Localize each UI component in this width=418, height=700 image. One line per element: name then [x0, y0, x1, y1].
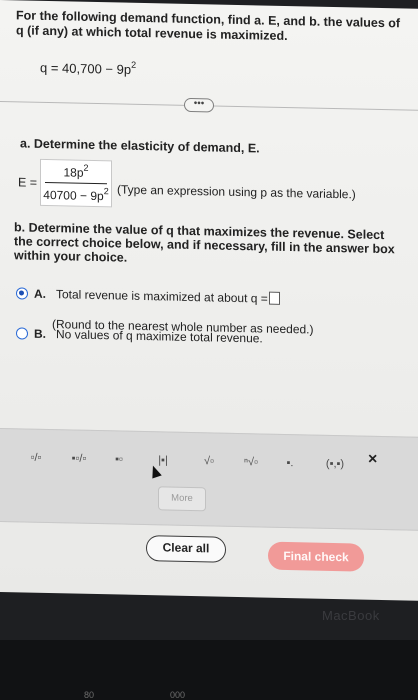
nth-root-button[interactable]: ⁿ√▫	[238, 452, 264, 473]
part-a-question: a. Determine the elasticity of demand, E…	[20, 136, 260, 156]
demand-equation-text: q = 40,700 − 9p	[40, 60, 132, 78]
option-b-radio[interactable]	[16, 327, 28, 340]
elasticity-label: E =	[18, 175, 38, 190]
laptop-brand-label: MacBook	[322, 608, 380, 623]
prompt-a: a.	[254, 13, 265, 28]
elasticity-answer-field[interactable]: 18p2 40700 − 9p2	[40, 158, 112, 208]
q-answer-input[interactable]	[268, 291, 280, 305]
more-button[interactable]: More	[158, 486, 206, 512]
ordered-pair-button[interactable]: (▪,▪)	[318, 454, 352, 475]
clear-all-button[interactable]: Clear all	[146, 535, 226, 563]
denominator-text: 40700 − 9p	[43, 187, 104, 204]
problem-prompt: For the following demand function, find …	[16, 8, 411, 46]
numerator-text: 18p	[63, 165, 84, 180]
option-b-text: No values of q maximize total revenue.	[56, 327, 263, 346]
fraction-numerator: 18p2	[45, 159, 107, 185]
numerator-exponent: 2	[83, 162, 89, 173]
decimal-button[interactable]: ▪.	[280, 453, 300, 473]
option-a-letter: A.	[34, 286, 46, 301]
browser-screen: For the following demand function, find …	[0, 0, 418, 601]
final-check-button[interactable]: Final check	[268, 541, 364, 572]
f4-key-icon: 000	[170, 690, 186, 700]
option-a-radio[interactable]	[16, 287, 28, 300]
option-a-text: Total revenue is maximized at about q =	[56, 287, 268, 306]
elasticity-hint: (Type an expression using p as the varia…	[117, 182, 356, 202]
option-b-letter: B.	[34, 326, 46, 341]
option-a-text-wrap: Total revenue is maximized at about q =	[56, 287, 280, 306]
square-root-button[interactable]: √▫	[196, 451, 222, 472]
keyboard-row	[0, 640, 418, 700]
mixed-number-button[interactable]: ▪▫/▫	[66, 448, 92, 469]
demand-equation-exponent: 2	[131, 59, 137, 70]
f3-key-icon: 80	[84, 690, 95, 700]
expand-more-button[interactable]: •••	[184, 97, 214, 113]
prompt-b: b.	[309, 14, 321, 29]
close-icon[interactable]: ×	[368, 451, 377, 469]
demand-equation: q = 40,700 − 9p2	[40, 59, 136, 77]
denominator-exponent: 2	[103, 186, 109, 197]
exponent-button[interactable]: ▪▫	[108, 449, 130, 469]
fraction-button[interactable]: ▫/▫	[26, 448, 46, 468]
fraction-denominator: 40700 − 9p2	[41, 183, 111, 206]
prompt-text-2: E, and	[264, 13, 310, 29]
part-b-question: b. Determine the value of q that maximiz…	[14, 220, 395, 265]
math-toolbar: ▫/▫ ▪▫/▫ ▪▫ |▪| √▫ ⁿ√▫ ▪. (▪,▪) × More	[0, 428, 418, 531]
